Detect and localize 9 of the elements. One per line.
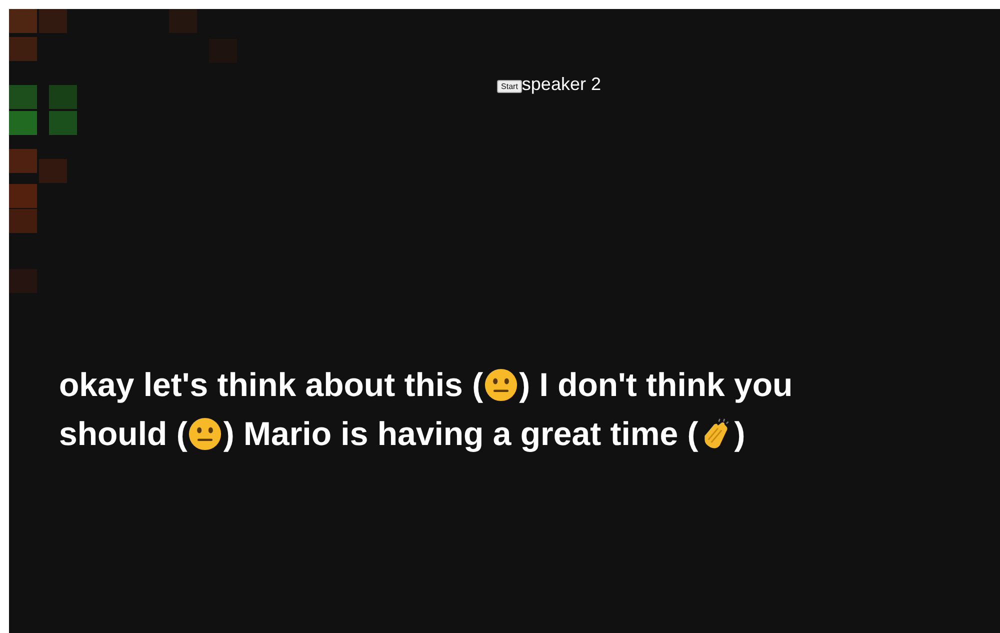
caption-text: ) Mario is having a great time (	[223, 414, 698, 454]
start-button[interactable]: Start	[497, 80, 522, 93]
neutral-face-icon	[484, 368, 518, 402]
caption-text: okay let's think about this (	[59, 365, 484, 405]
caption-text: )	[734, 414, 746, 454]
neutral-face-icon	[188, 416, 222, 450]
caption-text: should (	[59, 414, 188, 454]
caption-text: ) I don't think you	[519, 365, 793, 405]
speaker-label: speaker 2	[522, 74, 601, 95]
